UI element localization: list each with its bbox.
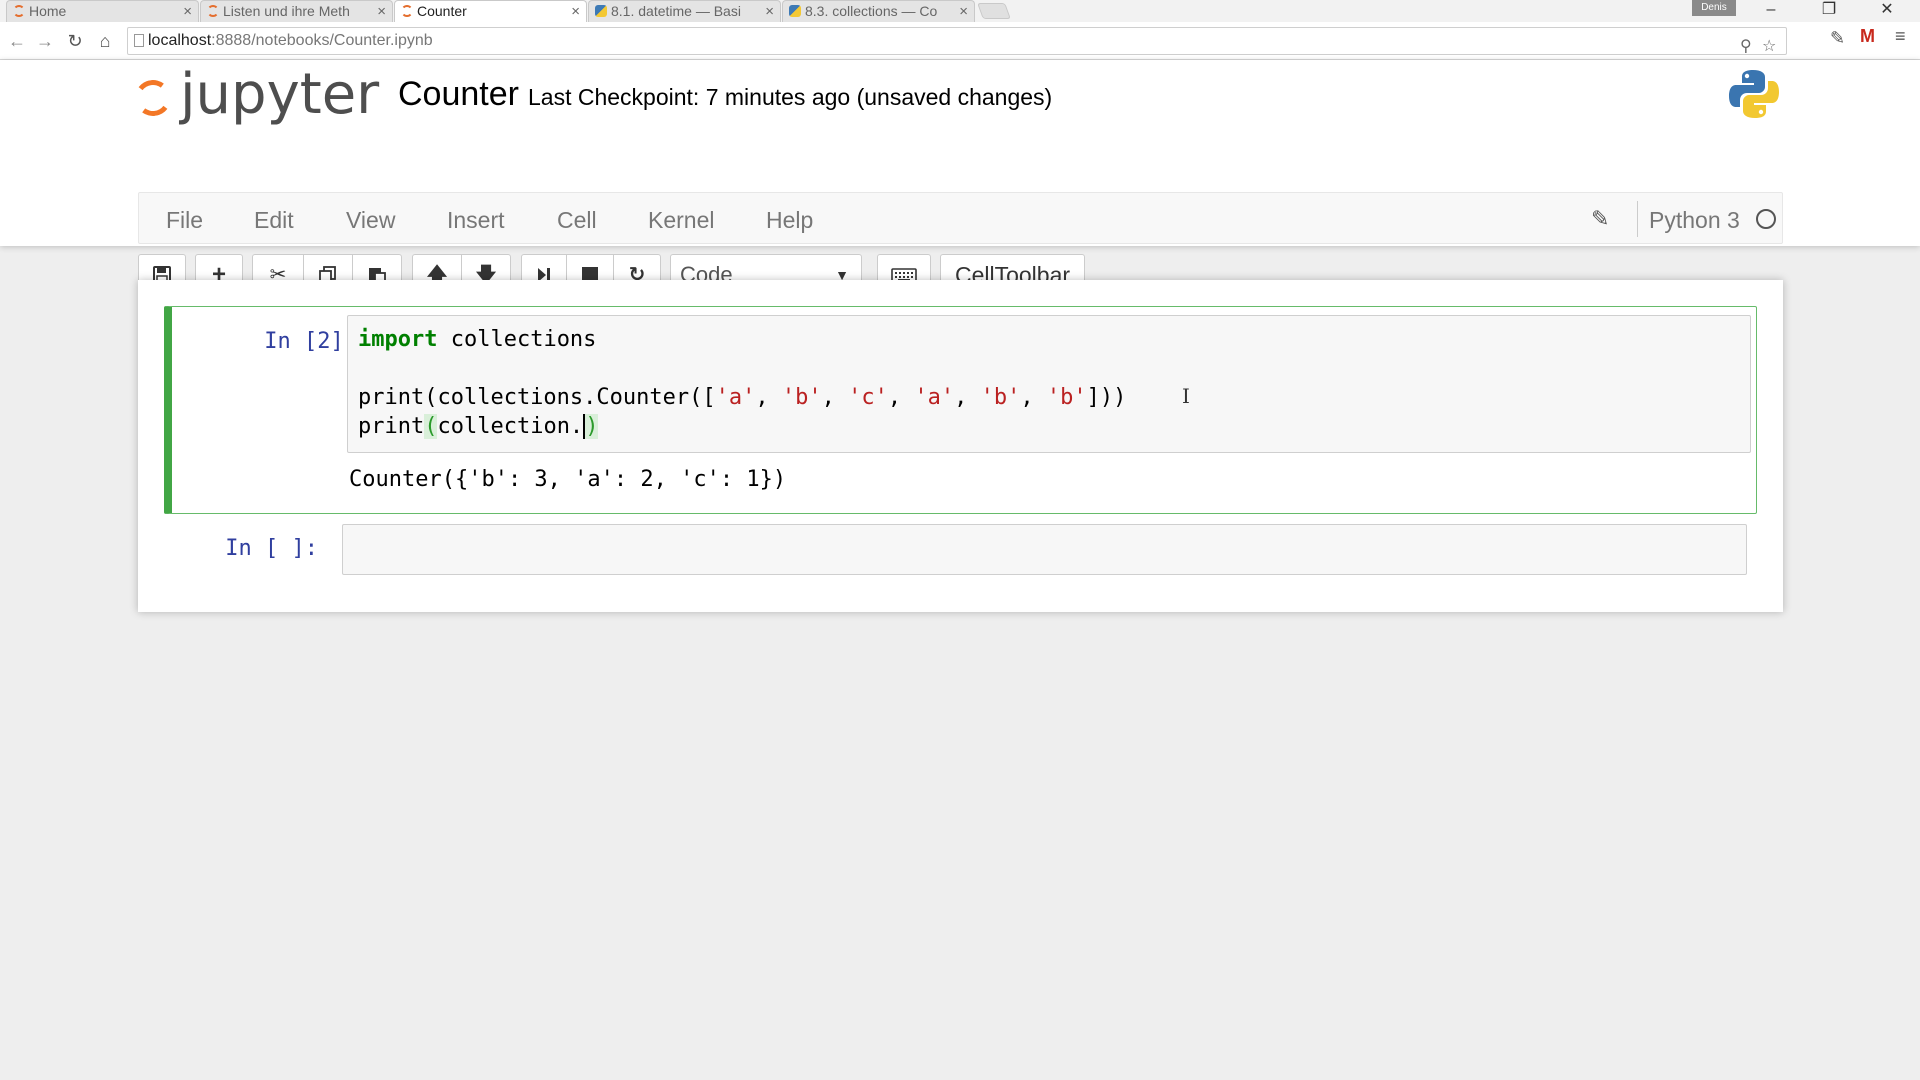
extension-icon[interactable]: ✎ bbox=[1830, 28, 1845, 49]
browser-address-bar: ← → ↻ ⌂ localhost:8888/notebooks/Counter… bbox=[0, 22, 1920, 60]
url-path: :8888/notebooks/Counter.ipynb bbox=[211, 32, 433, 49]
jupyter-favicon-icon bbox=[207, 5, 219, 17]
menu-edit[interactable]: Edit bbox=[254, 207, 294, 234]
python-favicon-icon bbox=[789, 5, 801, 17]
back-arrow-icon[interactable]: ← bbox=[6, 30, 28, 52]
gmail-icon[interactable]: M bbox=[1860, 26, 1875, 47]
string-literal: 'c' bbox=[848, 385, 888, 410]
mouse-ibeam-cursor-icon: I bbox=[1182, 384, 1190, 408]
bookmark-star-icon[interactable]: ☆ bbox=[1762, 34, 1776, 60]
browser-tab-datetime[interactable]: 8.1. datetime — Basi × bbox=[588, 0, 781, 22]
menu-view[interactable]: View bbox=[346, 207, 395, 234]
edit-mode-pencil-icon: ✎ bbox=[1591, 206, 1610, 231]
code-line-3: print(collection.) bbox=[358, 414, 599, 439]
notebook-menubar: File Edit View Insert Cell Kernel Help ✎… bbox=[138, 192, 1783, 244]
tab-title: Counter bbox=[417, 3, 467, 19]
restore-window-button[interactable]: ❐ bbox=[1806, 0, 1852, 22]
menu-insert[interactable]: Insert bbox=[447, 207, 505, 234]
jupyter-header: jupyter Counter Last Checkpoint: 7 minut… bbox=[0, 60, 1920, 296]
tab-title: Home bbox=[29, 3, 67, 19]
user-profile-badge[interactable]: Denis bbox=[1692, 0, 1736, 16]
page-info-icon bbox=[134, 34, 144, 47]
kernel-name: Python 3 bbox=[1649, 207, 1740, 233]
string-literal: 'a' bbox=[914, 385, 955, 410]
forward-arrow-icon[interactable]: → bbox=[34, 30, 56, 52]
tab-title: 8.1. datetime — Basi bbox=[611, 3, 741, 19]
checkpoint-status: Last Checkpoint: 7 minutes ago (unsaved … bbox=[528, 84, 1053, 110]
code-text: print(collections.Counter([ bbox=[358, 385, 716, 410]
code-line-2: print(collections.Counter(['a', 'b', 'c'… bbox=[358, 385, 1127, 410]
empty-code-editor[interactable] bbox=[342, 524, 1747, 575]
zoom-icon[interactable]: ⚲ bbox=[1740, 34, 1752, 60]
tab-title: 8.3. collections — Co bbox=[805, 3, 938, 19]
browser-tab-strip: Home × Listen und ihre Meth × Counter × … bbox=[0, 0, 1920, 22]
home-icon[interactable]: ⌂ bbox=[94, 30, 116, 52]
menu-help[interactable]: Help bbox=[766, 207, 813, 234]
string-literal: 'b' bbox=[1046, 385, 1087, 410]
code-line-1: import collections bbox=[358, 327, 596, 352]
menu-file[interactable]: File bbox=[166, 207, 203, 234]
browser-tab-listen[interactable]: Listen und ihre Meth × bbox=[200, 0, 393, 22]
code-cell-selected[interactable]: In [2]: import collections print(collect… bbox=[164, 306, 1757, 514]
python-logo-icon bbox=[1729, 70, 1779, 118]
text-cursor: ) bbox=[583, 414, 599, 439]
kernel-idle-indicator-icon bbox=[1756, 209, 1776, 229]
close-tab-icon[interactable]: × bbox=[571, 1, 580, 22]
string-literal: 'b' bbox=[980, 385, 1021, 410]
menu-kernel[interactable]: Kernel bbox=[648, 207, 714, 234]
jupyter-favicon-icon bbox=[401, 5, 413, 17]
code-text: collections bbox=[437, 327, 597, 352]
matched-bracket: ( bbox=[424, 414, 438, 439]
kernel-divider bbox=[1637, 201, 1638, 237]
browser-tab-home[interactable]: Home × bbox=[6, 0, 199, 22]
notebook-container: In [2]: import collections print(collect… bbox=[138, 280, 1783, 612]
cell-output: Counter({'b': 3, 'a': 2, 'c': 1}) bbox=[349, 467, 787, 492]
jupyter-logo-icon bbox=[132, 77, 174, 119]
string-literal: 'b' bbox=[781, 385, 822, 410]
close-tab-icon[interactable]: × bbox=[377, 1, 386, 22]
browser-tab-collections[interactable]: 8.3. collections — Co × bbox=[782, 0, 975, 22]
close-tab-icon[interactable]: × bbox=[959, 1, 968, 22]
reload-icon[interactable]: ↻ bbox=[64, 30, 86, 52]
new-tab-button[interactable] bbox=[977, 3, 1011, 19]
input-prompt: In [2]: bbox=[264, 329, 357, 354]
code-text: print bbox=[358, 414, 425, 439]
jupyter-favicon-icon bbox=[13, 5, 25, 17]
jupyter-logo-text: jupyter bbox=[180, 62, 380, 127]
code-text: collection. bbox=[437, 414, 584, 439]
code-text: ])) bbox=[1086, 385, 1127, 410]
close-tab-icon[interactable]: × bbox=[183, 1, 192, 22]
input-prompt-empty: In [ ]: bbox=[225, 536, 318, 561]
code-editor[interactable]: import collections print(collections.Cou… bbox=[347, 315, 1751, 453]
url-host: localhost bbox=[148, 32, 212, 49]
close-window-button[interactable]: ✕ bbox=[1864, 0, 1910, 22]
python-favicon-icon bbox=[595, 5, 607, 17]
browser-menu-icon[interactable]: ≡ bbox=[1895, 26, 1906, 47]
notebook-name[interactable]: Counter bbox=[398, 75, 519, 114]
keyword-import: import bbox=[358, 327, 438, 352]
string-literal: 'a' bbox=[715, 385, 756, 410]
browser-tab-counter[interactable]: Counter × bbox=[394, 0, 587, 22]
menu-cell[interactable]: Cell bbox=[557, 207, 597, 234]
url-input[interactable]: localhost:8888/notebooks/Counter.ipynb ⚲… bbox=[127, 27, 1787, 55]
tab-title: Listen und ihre Meth bbox=[223, 3, 350, 19]
minimize-window-button[interactable]: – bbox=[1748, 0, 1794, 22]
close-tab-icon[interactable]: × bbox=[765, 1, 774, 22]
